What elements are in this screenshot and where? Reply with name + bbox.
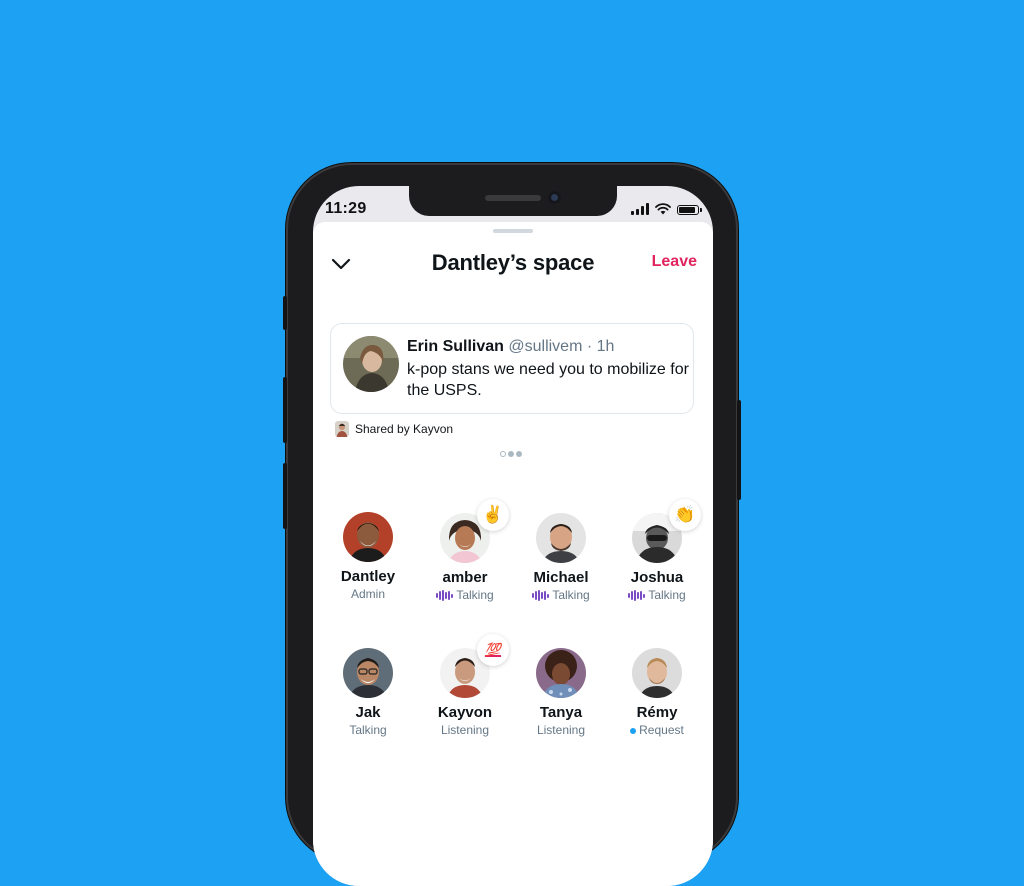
participant-status-label: Talking <box>456 588 494 602</box>
participant-status: Talking <box>320 723 416 738</box>
space-sheet: Dantley’s space Leave Erin Sullivan @sul… <box>313 222 713 886</box>
participant-status: Talking <box>513 588 609 603</box>
participant-avatar <box>536 648 586 698</box>
sharer-avatar <box>335 421 349 437</box>
cellular-signal-icon <box>631 203 649 215</box>
participant-status: Talking <box>609 588 705 603</box>
sheet-grabber[interactable] <box>493 229 533 233</box>
participant-michael[interactable]: Michael Talking <box>513 513 609 603</box>
leave-button[interactable]: Leave <box>652 253 697 271</box>
reaction-clap-icon: 👏 <box>669 499 701 531</box>
participant-avatar <box>536 513 586 563</box>
participant-name: Dantley <box>340 568 396 585</box>
participant-kayvon[interactable]: 💯 Kayvon Listening <box>417 634 513 738</box>
carousel-pagination[interactable] <box>500 451 522 457</box>
tweet-header: Erin Sullivan @sullivem · 1h <box>407 338 614 356</box>
pagination-dot[interactable] <box>500 451 506 457</box>
participant-status-label: Talking <box>648 588 686 602</box>
reaction-peace-icon: ✌️ <box>477 499 509 531</box>
audio-wave-icon <box>532 590 550 601</box>
participant-status: Request <box>609 723 705 738</box>
pagination-dot[interactable] <box>508 451 514 457</box>
status-icons <box>631 203 702 215</box>
participant-dantley[interactable]: Dantley Admin <box>320 512 416 602</box>
participant-name: Joshua <box>630 569 684 586</box>
participant-status-label: Talking <box>349 723 387 737</box>
participant-status-label: Request <box>639 723 684 737</box>
participant-status-label: Admin <box>350 587 385 601</box>
participant-status: Admin <box>320 587 416 602</box>
shared-by-label: Shared by Kayvon <box>355 422 454 436</box>
tweet-separator: · <box>586 338 593 355</box>
participant-avatar <box>632 648 682 698</box>
tweet-author-handle[interactable]: @sullivem <box>508 338 582 355</box>
participant-amber[interactable]: ✌️ amber Talking <box>417 499 513 603</box>
participant-name: Michael <box>533 569 589 586</box>
tweet-author-name[interactable]: Erin Sullivan <box>407 338 504 355</box>
participant-name: Rémy <box>636 704 678 721</box>
tweet-text: k-pop stans we need you to mobilize for … <box>407 361 689 399</box>
pagination-dot[interactable] <box>516 451 522 457</box>
wifi-icon <box>655 203 671 215</box>
participant-status-label: Talking <box>552 588 590 602</box>
participant-joshua[interactable]: 👏 Joshua Talking <box>609 499 705 603</box>
participant-status-label: Listening <box>440 723 490 737</box>
phone-screen: 11:29 Dantley’s space Leave Erin Sulliva… <box>313 186 713 886</box>
participant-status: Listening <box>417 723 513 738</box>
status-time: 11:29 <box>325 200 367 217</box>
front-camera <box>548 191 561 204</box>
shared-by-row: Shared by Kayvon <box>335 421 453 437</box>
power-button <box>737 400 741 500</box>
participant-name: Kayvon <box>437 704 493 721</box>
speaker-grille <box>485 195 541 201</box>
participant-avatar <box>343 512 393 562</box>
participant-remy[interactable]: Rémy Request <box>609 648 705 738</box>
participant-name: Tanya <box>539 704 583 721</box>
participant-tanya[interactable]: Tanya Listening <box>513 648 609 738</box>
silent-switch <box>283 296 287 330</box>
participant-avatar <box>343 648 393 698</box>
participant-status-label: Listening <box>536 723 586 737</box>
participant-jak[interactable]: Jak Talking <box>320 648 416 738</box>
tweet-author-avatar[interactable] <box>343 336 399 392</box>
audio-wave-icon <box>436 590 454 601</box>
reaction-hundred-icon: 💯 <box>477 634 509 666</box>
volume-down-button <box>283 463 287 529</box>
audio-wave-icon <box>628 590 646 601</box>
participant-name: amber <box>442 569 488 586</box>
participant-status: Listening <box>513 723 609 738</box>
tweet-time: 1h <box>596 338 615 355</box>
battery-icon <box>677 205 702 215</box>
participant-name: Jak <box>355 704 381 721</box>
volume-up-button <box>283 377 287 443</box>
participant-status: Talking <box>417 588 513 603</box>
request-dot-icon <box>630 727 637 734</box>
pinned-tweet-card[interactable]: Erin Sullivan @sullivem · 1h k-pop stans… <box>330 323 694 414</box>
notch <box>409 186 617 216</box>
hundred-emoji: 💯 <box>484 642 502 657</box>
